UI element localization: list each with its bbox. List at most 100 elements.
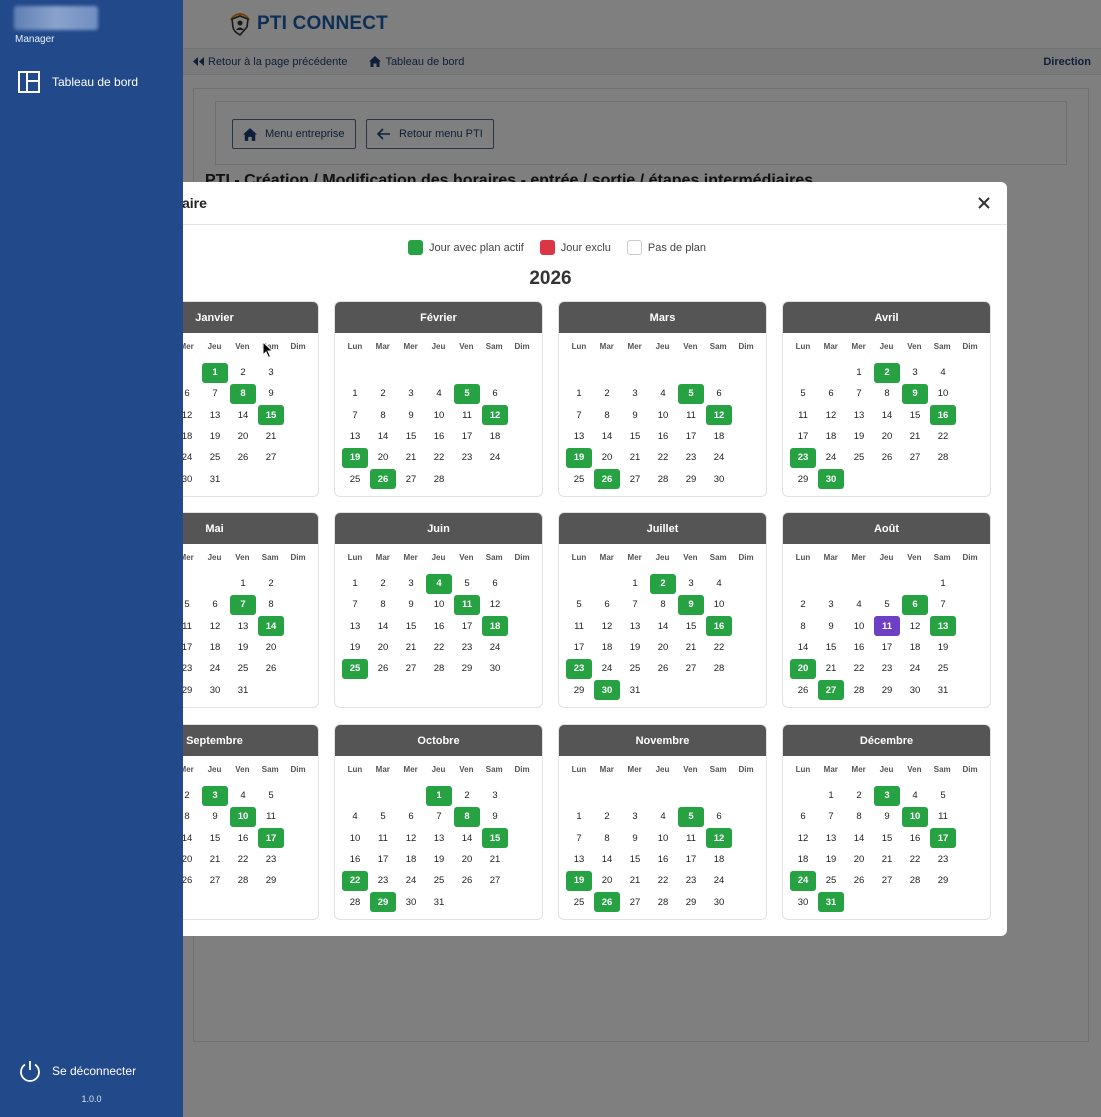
day-cell[interactable]: 14 — [229, 405, 257, 426]
day-cell[interactable]: 3 — [901, 362, 929, 383]
day-cell[interactable]: 28 — [425, 658, 453, 679]
day-cell[interactable]: 13 — [425, 828, 453, 849]
day-cell[interactable]: 5 — [369, 806, 397, 827]
day-cell[interactable]: 18 — [789, 849, 817, 870]
day-cell[interactable]: 6 — [481, 383, 509, 404]
day-cell-active[interactable]: 23 — [565, 658, 593, 679]
day-cell[interactable]: 5 — [873, 594, 901, 615]
day-cell[interactable]: 27 — [873, 870, 901, 891]
day-cell[interactable]: 13 — [229, 616, 257, 637]
day-cell[interactable]: 3 — [677, 573, 705, 594]
day-cell[interactable]: 31 — [229, 679, 257, 700]
day-cell[interactable]: 15 — [901, 405, 929, 426]
day-cell[interactable]: 24 — [593, 658, 621, 679]
day-cell[interactable]: 7 — [817, 806, 845, 827]
day-cell[interactable]: 7 — [565, 828, 593, 849]
day-cell[interactable]: 24 — [481, 447, 509, 468]
day-cell[interactable]: 7 — [929, 594, 957, 615]
day-cell[interactable]: 20 — [649, 637, 677, 658]
day-cell[interactable]: 11 — [257, 806, 285, 827]
day-cell[interactable]: 26 — [453, 870, 481, 891]
day-cell[interactable]: 25 — [341, 468, 369, 489]
day-cell[interactable]: 2 — [183, 785, 201, 806]
day-cell[interactable]: 21 — [257, 426, 285, 447]
day-cell[interactable]: 2 — [369, 573, 397, 594]
day-cell[interactable]: 26 — [257, 658, 285, 679]
day-cell[interactable]: 19 — [229, 637, 257, 658]
day-cell[interactable]: 22 — [845, 658, 873, 679]
day-cell[interactable]: 25 — [201, 447, 229, 468]
day-cell[interactable]: 30 — [901, 679, 929, 700]
day-cell[interactable]: 18 — [817, 426, 845, 447]
day-cell[interactable]: 2 — [257, 573, 285, 594]
day-cell[interactable]: 3 — [621, 383, 649, 404]
day-cell[interactable]: 6 — [593, 594, 621, 615]
day-cell[interactable]: 22 — [425, 637, 453, 658]
day-cell[interactable]: 11 — [677, 828, 705, 849]
day-cell[interactable]: 3 — [257, 362, 285, 383]
day-cell[interactable]: 20 — [593, 870, 621, 891]
day-cell[interactable]: 9 — [621, 405, 649, 426]
day-cell-active[interactable]: 9 — [901, 383, 929, 404]
day-cell[interactable]: 15 — [873, 828, 901, 849]
day-cell-active[interactable]: 30 — [817, 468, 845, 490]
day-cell[interactable]: 8 — [369, 594, 397, 615]
day-cell[interactable]: 4 — [341, 806, 369, 827]
day-cell[interactable]: 14 — [873, 405, 901, 426]
day-cell[interactable]: 29 — [789, 468, 817, 489]
day-cell[interactable]: 1 — [341, 573, 369, 594]
day-cell[interactable]: 14 — [789, 637, 817, 658]
day-cell[interactable]: 22 — [649, 447, 677, 468]
day-cell[interactable]: 12 — [397, 828, 425, 849]
day-cell[interactable]: 19 — [201, 426, 229, 447]
day-cell-active[interactable]: 17 — [257, 828, 285, 849]
day-cell[interactable]: 20 — [183, 849, 201, 870]
day-cell[interactable]: 27 — [621, 891, 649, 912]
day-cell[interactable]: 12 — [201, 616, 229, 637]
day-cell[interactable]: 27 — [481, 870, 509, 891]
day-cell-active[interactable]: 4 — [425, 573, 453, 594]
day-cell[interactable]: 4 — [845, 594, 873, 615]
day-cell-active[interactable]: 2 — [873, 362, 901, 383]
day-cell-active[interactable]: 26 — [593, 468, 621, 490]
day-cell[interactable]: 27 — [677, 658, 705, 679]
day-cell-active[interactable]: 2 — [649, 573, 677, 594]
day-cell[interactable]: 29 — [677, 891, 705, 912]
day-cell-active[interactable]: 11 — [453, 594, 481, 615]
day-cell[interactable]: 31 — [425, 891, 453, 912]
day-cell[interactable]: 21 — [873, 849, 901, 870]
day-cell-active[interactable]: 26 — [593, 891, 621, 913]
day-cell[interactable]: 26 — [873, 447, 901, 468]
day-cell[interactable]: 11 — [565, 616, 593, 637]
day-cell[interactable]: 26 — [229, 447, 257, 468]
day-cell[interactable]: 1 — [565, 806, 593, 827]
day-cell[interactable]: 25 — [817, 870, 845, 891]
day-cell[interactable]: 13 — [817, 828, 845, 849]
day-cell[interactable]: 10 — [929, 383, 957, 404]
day-cell[interactable]: 2 — [845, 785, 873, 806]
day-cell[interactable]: 23 — [183, 658, 201, 679]
day-cell[interactable]: 23 — [257, 849, 285, 870]
day-cell-active[interactable]: 10 — [901, 806, 929, 827]
day-cell[interactable]: 20 — [229, 426, 257, 447]
day-cell[interactable]: 15 — [397, 426, 425, 447]
day-cell[interactable]: 14 — [453, 828, 481, 849]
day-cell[interactable]: 7 — [341, 594, 369, 615]
day-cell[interactable]: 18 — [901, 637, 929, 658]
day-cell[interactable]: 1 — [229, 573, 257, 594]
day-cell[interactable]: 11 — [453, 405, 481, 426]
day-cell[interactable]: 25 — [565, 468, 593, 489]
day-cell[interactable]: 20 — [873, 426, 901, 447]
day-cell-active[interactable]: 20 — [789, 658, 817, 679]
day-cell[interactable]: 16 — [425, 616, 453, 637]
day-cell[interactable]: 5 — [929, 785, 957, 806]
day-cell-active[interactable]: 19 — [565, 447, 593, 468]
day-cell-active[interactable]: 12 — [481, 405, 509, 426]
day-cell-active[interactable]: 15 — [257, 405, 285, 426]
day-cell[interactable]: 28 — [649, 891, 677, 912]
day-cell[interactable]: 2 — [593, 383, 621, 404]
day-cell[interactable]: 19 — [425, 849, 453, 870]
day-cell[interactable]: 15 — [621, 849, 649, 870]
day-cell-active[interactable]: 24 — [789, 870, 817, 891]
day-cell[interactable]: 17 — [565, 637, 593, 658]
